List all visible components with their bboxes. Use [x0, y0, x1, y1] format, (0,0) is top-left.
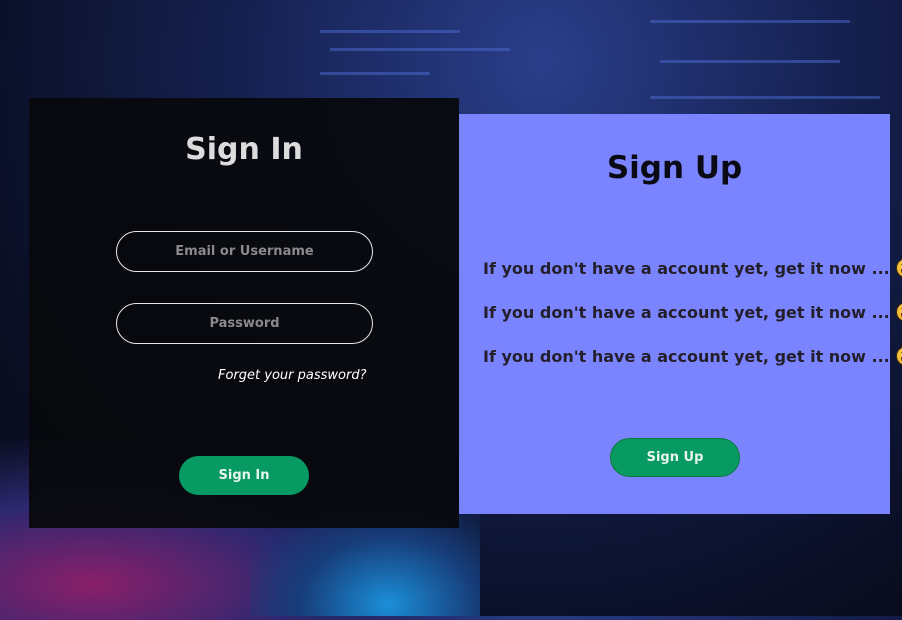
sign-in-title: Sign In — [185, 132, 303, 167]
sign-in-panel: Sign In Forget your password? Sign In — [29, 98, 459, 528]
background-code — [320, 30, 460, 33]
sign-up-title: Sign Up — [606, 150, 743, 186]
signup-message: If you don't have a account yet, get it … — [483, 346, 902, 366]
signup-message-text: If you don't have a account yet, get it … — [483, 258, 890, 278]
sign-in-button[interactable]: Sign In — [179, 456, 309, 495]
signup-message: If you don't have a account yet, get it … — [483, 258, 902, 278]
forgot-password-link[interactable]: Forget your password? — [218, 368, 366, 383]
background-code — [320, 72, 430, 75]
signup-message: If you don't have a account yet, get it … — [483, 302, 902, 322]
sign-up-button[interactable]: Sign Up — [610, 438, 740, 477]
grinning-face-icon — [895, 302, 902, 322]
background-code — [660, 60, 840, 63]
grinning-face-icon — [895, 258, 902, 278]
signup-message-text: If you don't have a account yet, get it … — [483, 302, 890, 322]
signup-message-text: If you don't have a account yet, get it … — [483, 346, 890, 366]
password-input[interactable] — [116, 303, 373, 344]
email-input[interactable] — [116, 231, 373, 272]
sign-up-panel: Sign Up If you don't have a account yet,… — [459, 114, 902, 514]
background-code — [330, 48, 510, 51]
background-code — [650, 96, 880, 99]
grinning-face-icon — [895, 346, 902, 366]
background-code — [650, 20, 850, 23]
